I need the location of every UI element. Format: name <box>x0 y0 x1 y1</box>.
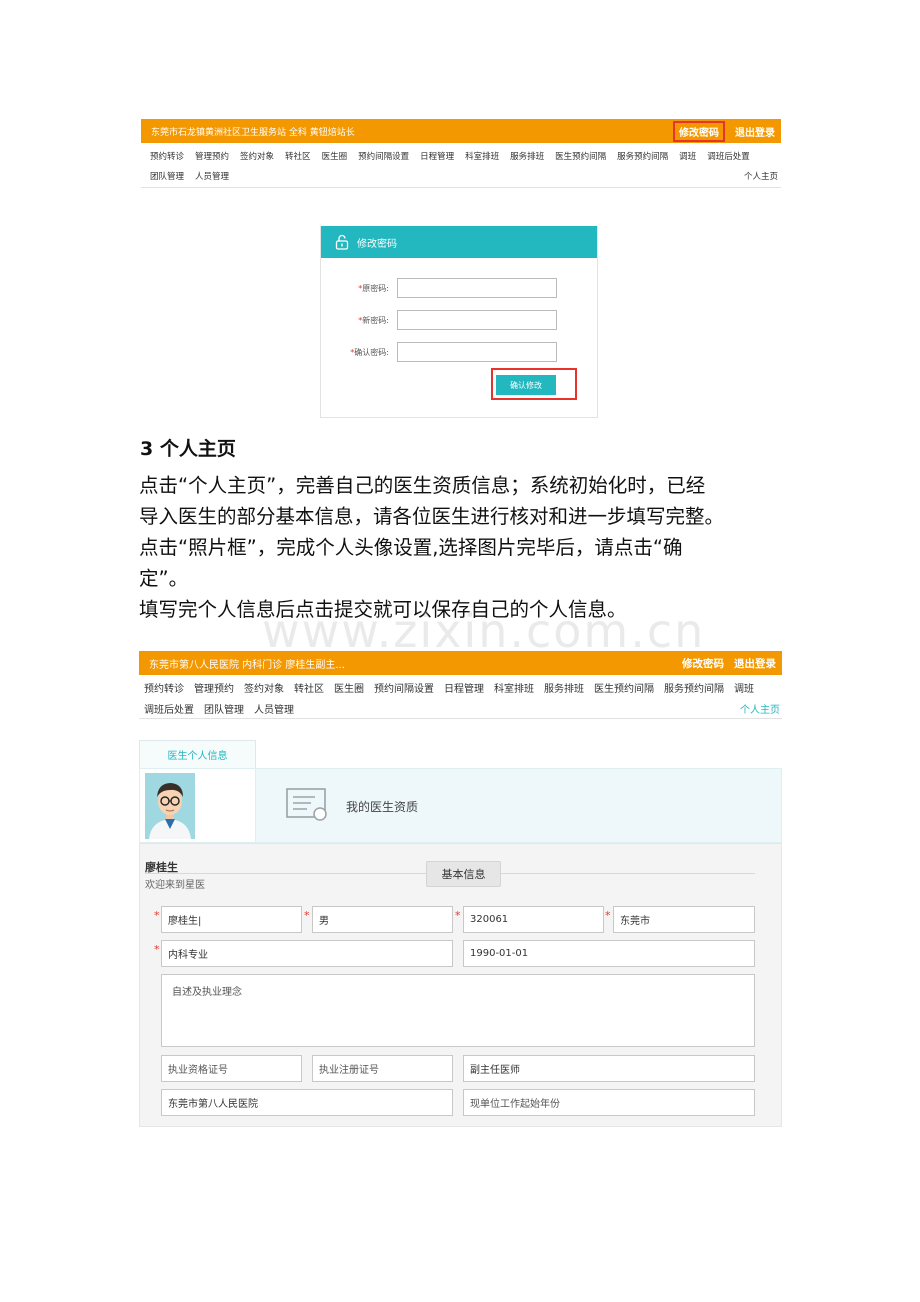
required-mark: * <box>154 909 160 922</box>
nav-item[interactable]: 科室排班 <box>465 150 499 162</box>
specialty-input[interactable]: 内科专业 <box>161 940 453 967</box>
main-nav-row2: 团队管理 人员管理 个人主页 <box>150 170 778 186</box>
section-heading: 3 个人主页 <box>140 438 236 460</box>
required-mark: * <box>304 909 310 922</box>
section-body: 点击“个人主页”，完善自己的医生资质信息；系统初始化时，已经 导入医生的部分基本… <box>139 470 781 625</box>
required-mark: * <box>455 909 461 922</box>
body-line: 导入医生的部分基本信息，请各位医生进行核对和进一步填写完整。 <box>139 505 725 528</box>
unit-input[interactable]: 东莞市第八人民医院 <box>161 1089 453 1116</box>
nav-item[interactable]: 服务预约间隔 <box>617 150 668 162</box>
body-line: 点击“个人主页”，完善自己的医生资质信息；系统初始化时，已经 <box>139 474 706 497</box>
new-password-field: *新密码: <box>331 310 557 330</box>
nav-item[interactable]: 转社区 <box>294 680 324 696</box>
nav-item[interactable]: 管理预约 <box>194 680 234 696</box>
lock-icon <box>335 234 349 250</box>
doctor-avatar[interactable] <box>145 773 195 839</box>
nav-item[interactable]: 调班后处置 <box>707 150 750 162</box>
home-link[interactable]: 个人主页 <box>744 170 778 186</box>
old-password-input[interactable] <box>397 278 557 298</box>
nav-item[interactable]: 日程管理 <box>420 150 454 162</box>
tab-doctor-info[interactable]: 医生个人信息 <box>139 740 256 768</box>
nav-item[interactable]: 医生圈 <box>334 680 364 696</box>
nav-item[interactable]: 人员管理 <box>254 701 294 717</box>
license-qualification-input[interactable]: 执业资格证号 <box>161 1055 302 1082</box>
nav-item[interactable]: 转社区 <box>285 150 311 162</box>
welcome-text: 欢迎来到星医 <box>145 880 205 891</box>
nav-item[interactable]: 服务预约间隔 <box>664 680 724 696</box>
divider <box>141 187 781 188</box>
start-year-input[interactable]: 现单位工作起始年份 <box>463 1089 755 1116</box>
field-label: 新密码: <box>362 315 389 325</box>
qualification-label[interactable]: 我的医生资质 <box>346 798 418 815</box>
certificate-icon[interactable] <box>285 787 331 823</box>
nav-item[interactable]: 预约间隔设置 <box>358 150 409 162</box>
panel-header: 修改密码 <box>321 226 597 258</box>
nav-item[interactable]: 医生预约间隔 <box>555 150 606 162</box>
change-password-link[interactable]: 修改密码 <box>682 656 724 671</box>
nav-item[interactable]: 调班 <box>679 150 696 162</box>
name-input[interactable]: 廖桂生| <box>161 906 302 933</box>
old-password-field: *原密码: <box>331 278 557 298</box>
body-line: 点击“照片框”，完成个人头像设置,选择图片完毕后，请点击“确 <box>139 536 683 559</box>
logout-link[interactable]: 退出登录 <box>735 124 775 139</box>
main-nav-2-row2: 调班后处置 团队管理 人员管理 个人主页 <box>144 701 780 717</box>
new-password-input[interactable] <box>397 310 557 330</box>
nav-item[interactable]: 服务排班 <box>510 150 544 162</box>
nav-item[interactable]: 预约间隔设置 <box>374 680 434 696</box>
confirm-change-button[interactable]: 确认修改 <box>496 375 556 395</box>
confirm-password-input[interactable] <box>397 342 557 362</box>
header-title: 东莞市石龙镇黄洲社区卫生服务站 全科 黄钮焙站长 <box>151 127 355 138</box>
nav-item[interactable]: 签约对象 <box>244 680 284 696</box>
nav-item[interactable]: 医生预约间隔 <box>594 680 654 696</box>
watermark: www.zixin.com.cn <box>262 604 706 658</box>
header-bar-2: 东莞市第八人民医院 内科门诊 廖桂生副主... 修改密码 退出登录 <box>139 651 782 675</box>
required-mark: * <box>154 943 160 956</box>
body-line: 定”。 <box>139 567 189 590</box>
nav-item[interactable]: 人员管理 <box>195 170 229 186</box>
nav-item[interactable]: 服务排班 <box>544 680 584 696</box>
nav-item[interactable]: 预约转诊 <box>150 150 184 162</box>
code-input[interactable]: 320061 <box>463 906 604 933</box>
nav-item[interactable]: 签约对象 <box>240 150 274 162</box>
nav-item[interactable]: 科室排班 <box>494 680 534 696</box>
divider <box>139 718 782 719</box>
field-label: 原密码: <box>362 283 389 293</box>
nav-item[interactable]: 管理预约 <box>195 150 229 162</box>
main-nav-2: 预约转诊 管理预约 签约对象 转社区 医生圈 预约间隔设置 日程管理 科室排班 … <box>144 680 780 696</box>
change-password-link[interactable]: 修改密码 <box>673 120 725 142</box>
nav-item[interactable]: 调班 <box>734 680 754 696</box>
title-input[interactable]: 副主任医师 <box>463 1055 755 1082</box>
panel-title: 修改密码 <box>357 238 397 250</box>
basic-info-button[interactable]: 基本信息 <box>426 861 501 887</box>
nav-item[interactable]: 调班后处置 <box>144 701 194 717</box>
nav-item[interactable]: 日程管理 <box>444 680 484 696</box>
date-input[interactable]: 1990-01-01 <box>463 940 755 967</box>
home-link[interactable]: 个人主页 <box>740 701 780 717</box>
main-nav: 预约转诊 管理预约 签约对象 转社区 医生圈 预约间隔设置 日程管理 科室排班 … <box>150 148 780 164</box>
photo-frame[interactable] <box>139 768 256 843</box>
nav-item[interactable]: 团队管理 <box>204 701 244 717</box>
statement-textarea[interactable]: 自述及执业理念 <box>161 974 755 1047</box>
header-title: 东莞市第八人民医院 内科门诊 廖桂生副主... <box>149 659 345 671</box>
license-registration-input[interactable]: 执业注册证号 <box>312 1055 453 1082</box>
gender-input[interactable]: 男 <box>312 906 453 933</box>
nav-item[interactable]: 团队管理 <box>150 170 184 186</box>
field-label: 确认密码: <box>354 347 389 357</box>
city-input[interactable]: 东莞市 <box>613 906 755 933</box>
required-mark: * <box>605 909 611 922</box>
header-bar: 东莞市石龙镇黄洲社区卫生服务站 全科 黄钮焙站长 修改密码 退出登录 <box>141 119 781 143</box>
logout-link[interactable]: 退出登录 <box>734 656 776 671</box>
confirm-password-field: *确认密码: <box>331 342 557 362</box>
nav-item[interactable]: 医生圈 <box>322 150 348 162</box>
nav-item[interactable]: 预约转诊 <box>144 680 184 696</box>
